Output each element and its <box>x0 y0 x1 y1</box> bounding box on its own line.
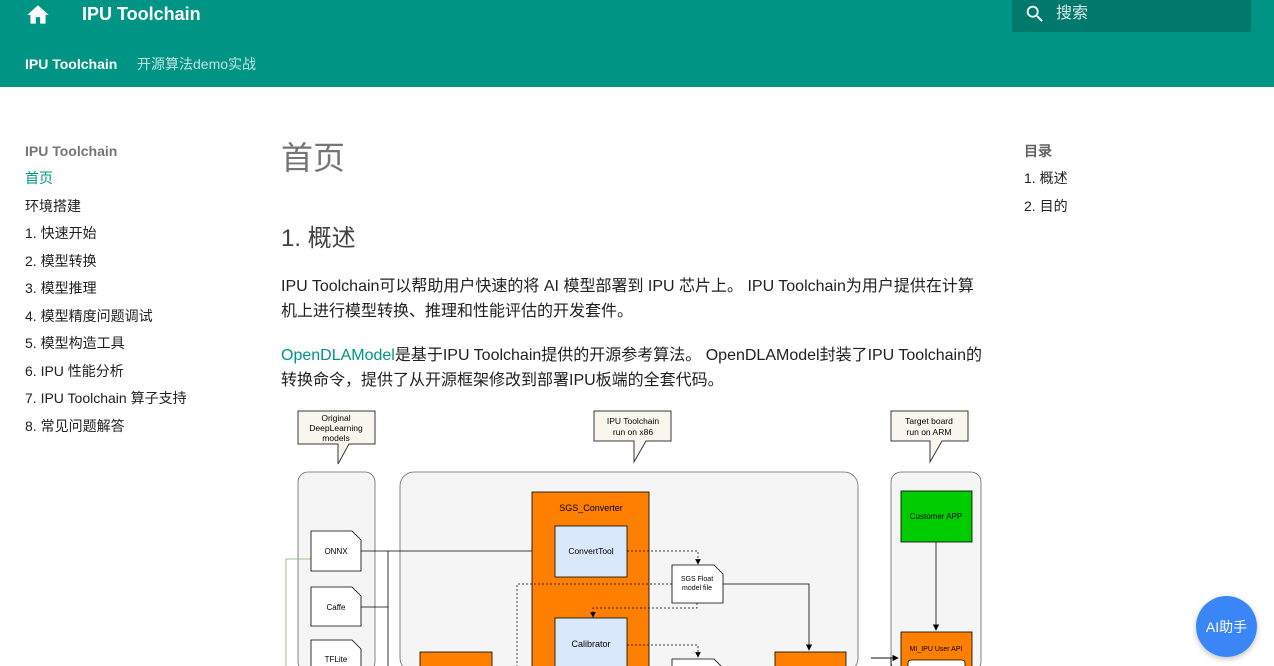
page-title: 首页 <box>281 140 346 176</box>
sidebar-item-env-setup[interactable]: 环境搭建 <box>25 197 255 215</box>
callout-ipu-toolchain-x86: IPU Toolchain run on x86 <box>593 410 672 464</box>
home-icon <box>27 5 49 24</box>
orange-block-left <box>419 651 493 666</box>
architecture-diagram: Original DeepLearning models IPU Toolcha… <box>285 410 982 666</box>
opendla-paragraph: OpenDLAModel是基于IPU Toolchain提供的开源参考算法。 O… <box>281 343 986 393</box>
convert-tool-label: ConvertTool <box>568 546 613 556</box>
site-title[interactable]: IPU Toolchain <box>82 3 201 25</box>
main-content: 首页 1. 概述 IPU Toolchain可以帮助用户快速的将 AI 模型部署… <box>281 138 986 389</box>
search-box[interactable] <box>1012 0 1251 32</box>
model-tflite-label: TFLite <box>325 655 348 664</box>
tab-open-source-demo[interactable]: 开源算法demo实战 <box>137 55 256 73</box>
convert-tool-block: ConvertTool <box>554 525 628 578</box>
toc-item-purpose[interactable]: 2. 目的 <box>1024 197 1224 215</box>
sidebar-item-model-convert[interactable]: 2. 模型转换 <box>25 252 255 270</box>
callout-right-line1: Target board <box>905 416 953 426</box>
search-icon <box>1026 5 1043 22</box>
sgs-converter-title: SGS_Converter <box>559 503 623 513</box>
sidebar-item-model-inference[interactable]: 3. 模型推理 <box>25 279 255 297</box>
sidebar-item-quick-start[interactable]: 1. 快速开始 <box>25 224 255 242</box>
top-header: IPU Toolchain IPU Toolchain 开源算法demo实战 <box>0 0 1274 87</box>
sidebar-item-accuracy-debug[interactable]: 4. 模型精度问题调试 <box>25 307 255 325</box>
user-api-block: MI_IPU User API <box>900 631 973 666</box>
table-of-contents: 目录 1. 概述 2. 目的 <box>1024 142 1224 224</box>
sidebar-nav: IPU Toolchain 首页 环境搭建 1. 快速开始 2. 模型转换 3.… <box>25 142 255 444</box>
float-model-file: SGS Float model file <box>671 564 724 604</box>
tab-ipu-toolchain[interactable]: IPU Toolchain <box>25 55 117 73</box>
sidebar-title: IPU Toolchain <box>25 143 118 159</box>
callout-mid-line2: run on x86 <box>613 427 653 437</box>
search-input[interactable] <box>1056 2 1241 26</box>
sidebar-item-model-builder[interactable]: 5. 模型构造工具 <box>25 334 255 352</box>
model-tflite: TFLite <box>310 639 362 666</box>
section-title-overview: 1. 概述 <box>281 225 356 252</box>
callout-left-line3: models <box>322 433 349 443</box>
float-model-line1: SGS Float <box>681 576 713 583</box>
calibrator-block: Calibrator <box>554 617 628 666</box>
model-onnx: ONNX <box>310 530 362 572</box>
overview-paragraph: IPU Toolchain可以帮助用户快速的将 AI 模型部署到 IPU 芯片上… <box>281 278 974 320</box>
customer-app-label: Customer APP <box>910 512 962 521</box>
float-model-line2: model file <box>682 585 712 592</box>
callout-target-board-arm: Target board run on ARM <box>890 410 969 464</box>
callout-left-line1: Original <box>321 413 350 423</box>
model-onnx-label: ONNX <box>324 547 348 556</box>
sidebar-item-perf-analysis[interactable]: 6. IPU 性能分析 <box>25 362 255 380</box>
sidebar-item-home[interactable]: 首页 <box>25 169 255 187</box>
home-button[interactable] <box>24 2 52 28</box>
sidebar-item-operator-support[interactable]: 7. IPU Toolchain 算子支持 <box>25 389 255 407</box>
callout-original-models: Original DeepLearning models <box>297 410 376 465</box>
model-caffe: Caffe <box>310 586 362 627</box>
orange-block-right <box>774 651 847 666</box>
sidebar-item-faq[interactable]: 8. 常见问题解答 <box>25 417 255 435</box>
toc-title: 目录 <box>1024 143 1052 159</box>
model-caffe-label: Caffe <box>327 603 347 612</box>
callout-right-line2: run on ARM <box>907 427 952 437</box>
ai-assistant-button[interactable]: AI助手 <box>1196 596 1257 657</box>
user-api-label: MI_IPU User API <box>910 646 963 653</box>
callout-left-line2: DeepLearning <box>309 423 363 433</box>
callout-mid-line1: IPU Toolchain <box>607 416 660 426</box>
toc-item-overview[interactable]: 1. 概述 <box>1024 169 1224 187</box>
customer-app-block: Customer APP <box>900 490 973 543</box>
calibrator-label: Calibrator <box>571 639 610 649</box>
opendlamodel-link[interactable]: OpenDLAModel <box>281 347 395 364</box>
